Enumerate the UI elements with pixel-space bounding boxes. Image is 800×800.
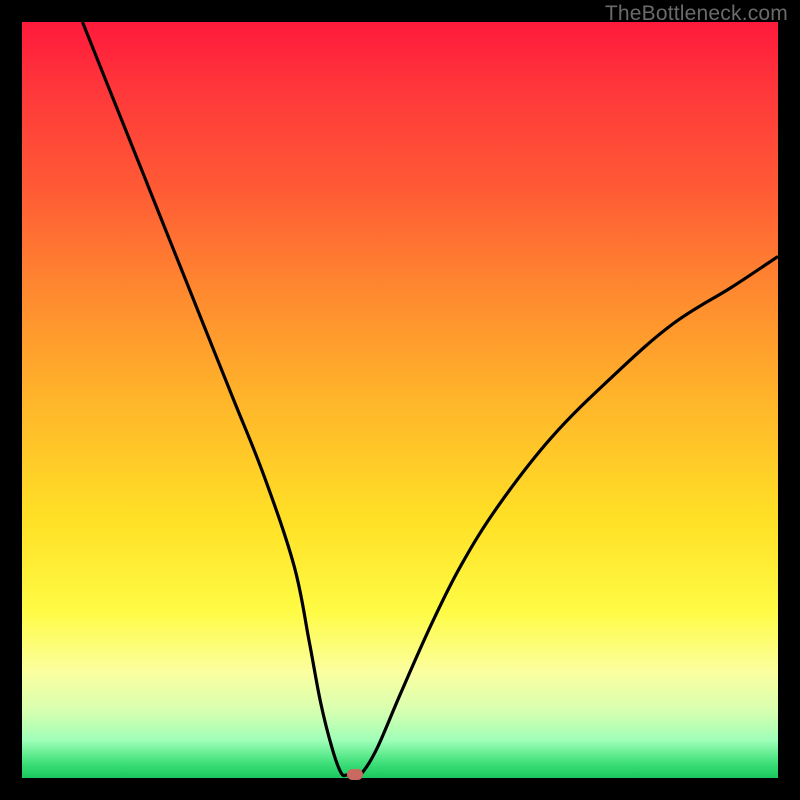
chart-plot-area (22, 22, 778, 778)
watermark-text: TheBottleneck.com (605, 2, 788, 26)
optimal-point-marker (347, 769, 363, 780)
curve-path (83, 22, 779, 776)
outer-frame: TheBottleneck.com (0, 0, 800, 800)
bottleneck-curve (22, 22, 778, 778)
